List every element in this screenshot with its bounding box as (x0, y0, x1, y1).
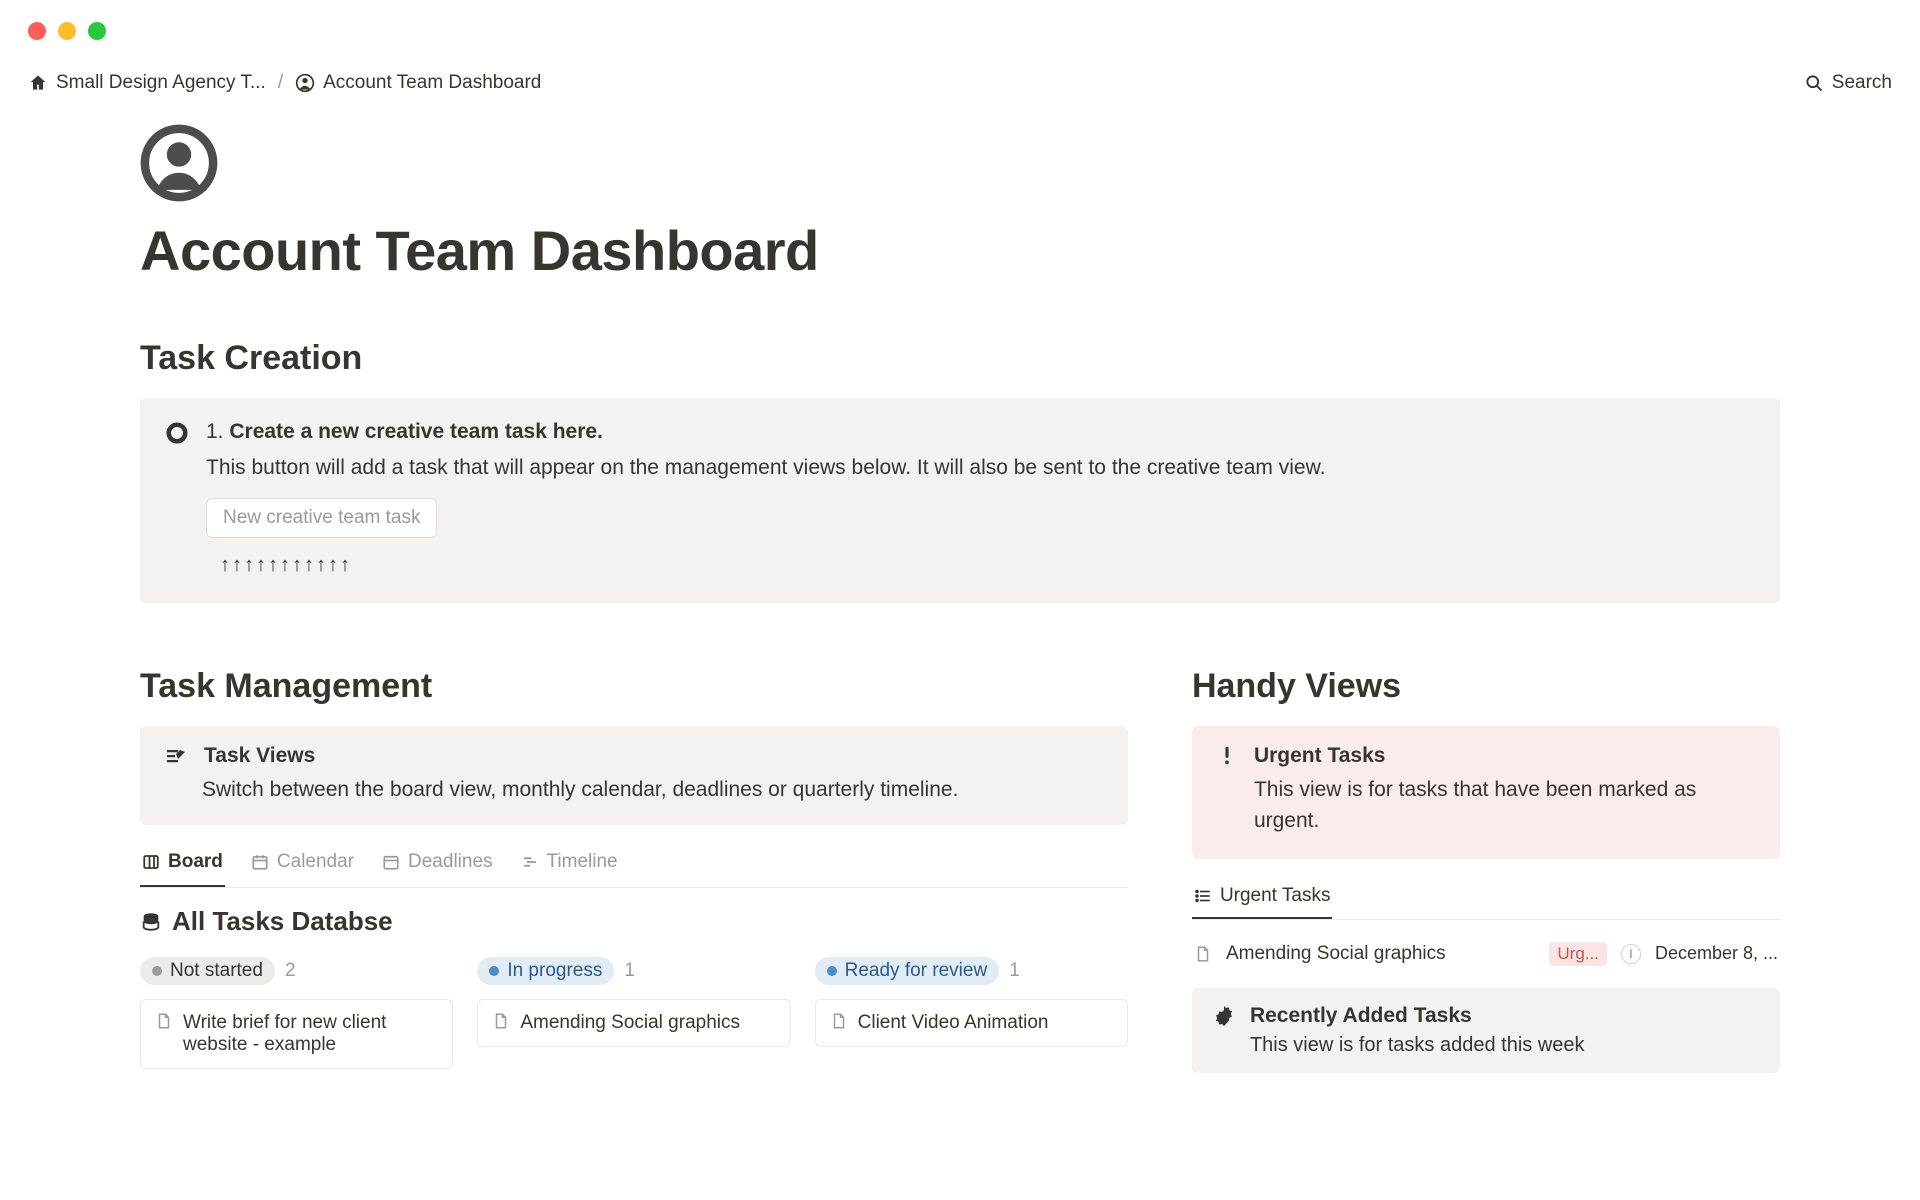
board-col-in-progress: In progress 1 Amending Social graphics (477, 957, 790, 1069)
window-controls (0, 0, 1920, 58)
status-pill-not-started[interactable]: Not started (140, 957, 275, 985)
tab-deadlines-label: Deadlines (408, 851, 493, 873)
urgent-task-row[interactable]: Amending Social graphics Urg... I Decemb… (1192, 934, 1780, 974)
board-columns: Not started 2 Write brief for new client… (140, 957, 1128, 1069)
urgent-tasks-callout: Urgent Tasks This view is for tasks that… (1192, 726, 1780, 859)
search-button[interactable]: Search (1804, 72, 1892, 94)
status-pill-in-progress[interactable]: In progress (477, 957, 614, 985)
task-views-body: Switch between the board view, monthly c… (202, 774, 1104, 806)
tab-timeline[interactable]: Timeline (519, 843, 620, 887)
status-dot-icon (827, 966, 837, 976)
bullet-ring-icon (166, 420, 188, 444)
handy-views-heading: Handy Views (1192, 667, 1780, 706)
handy-tabs: Urgent Tasks (1192, 877, 1780, 920)
tab-calendar-label: Calendar (277, 851, 354, 873)
tab-board[interactable]: Board (140, 843, 225, 887)
board-count: 1 (624, 960, 635, 982)
board-card[interactable]: Amending Social graphics (477, 999, 790, 1047)
list-icon (1194, 887, 1212, 905)
assignee-avatar: I (1621, 944, 1641, 964)
page-title: Account Team Dashboard (140, 218, 1780, 283)
urgent-callout-title: Urgent Tasks (1254, 744, 1386, 768)
board-card-title: Amending Social graphics (520, 1012, 740, 1034)
window-close-icon[interactable] (28, 22, 46, 40)
edit-list-icon (164, 744, 188, 768)
board-col-not-started: Not started 2 Write brief for new client… (140, 957, 453, 1069)
urgent-callout-body: This view is for tasks that have been ma… (1254, 774, 1756, 837)
board-card-title: Write brief for new client website - exa… (183, 1012, 438, 1056)
doc-icon (155, 1012, 173, 1030)
two-column-layout: Task Management Task Views Switch betwee… (140, 667, 1780, 1073)
task-views-callout: Task Views Switch between the board view… (140, 726, 1128, 826)
task-creation-heading: Task Creation (140, 339, 1780, 378)
urgent-task-title: Amending Social graphics (1226, 943, 1535, 965)
window-maximize-icon[interactable] (88, 22, 106, 40)
page-content: Account Team Dashboard Task Creation 1. … (0, 104, 1920, 1073)
board-card[interactable]: Client Video Animation (815, 999, 1128, 1047)
recently-added-callout: Recently Added Tasks This view is for ta… (1192, 988, 1780, 1073)
deadlines-icon (382, 853, 400, 871)
recent-title: Recently Added Tasks (1250, 1004, 1472, 1028)
tab-deadlines[interactable]: Deadlines (380, 843, 495, 887)
doc-icon (492, 1012, 510, 1030)
seal-icon (1212, 1004, 1236, 1028)
urgent-task-date: December 8, ... (1655, 943, 1778, 964)
handy-views-section: Handy Views Urgent Tasks This view is fo… (1192, 667, 1780, 1073)
breadcrumb-home-label: Small Design Agency T... (56, 72, 266, 94)
home-icon (28, 73, 48, 93)
calendar-icon (251, 853, 269, 871)
tab-board-label: Board (168, 851, 223, 873)
database-icon (140, 911, 162, 933)
person-circle-icon (295, 73, 315, 93)
tab-urgent-label: Urgent Tasks (1220, 885, 1331, 907)
search-icon (1804, 73, 1824, 93)
task-views-title: Task Views (204, 744, 315, 768)
arrows-hint: ↑↑↑↑↑↑↑↑↑↑↑ (220, 554, 1754, 577)
board-card[interactable]: Write brief for new client website - exa… (140, 999, 453, 1069)
status-pill-ready-for-review[interactable]: Ready for review (815, 957, 1000, 985)
window-minimize-icon[interactable] (58, 22, 76, 40)
breadcrumb-current[interactable]: Account Team Dashboard (295, 72, 541, 94)
breadcrumb-home[interactable]: Small Design Agency T... (28, 72, 266, 94)
board-icon (142, 853, 160, 871)
board-count: 1 (1009, 960, 1020, 982)
task-creation-callout-title: 1. Create a new creative team task here. (206, 420, 603, 444)
recent-body: This view is for tasks added this week (1250, 1034, 1760, 1057)
status-dot-icon (152, 966, 162, 976)
status-pill-label: In progress (507, 960, 602, 982)
page-icon[interactable] (140, 124, 1780, 202)
task-creation-callout: 1. Create a new creative team task here.… (140, 398, 1780, 603)
status-pill-label: Ready for review (845, 960, 988, 982)
breadcrumb: Small Design Agency T... / Account Team … (28, 72, 541, 94)
breadcrumb-current-label: Account Team Dashboard (323, 72, 541, 94)
task-management-heading: Task Management (140, 667, 1128, 706)
task-creation-callout-body: This button will add a task that will ap… (206, 452, 1754, 484)
view-tabs: Board Calendar Deadlines (140, 843, 1128, 888)
urgent-badge: Urg... (1549, 942, 1607, 966)
search-label: Search (1832, 72, 1892, 94)
timeline-icon (521, 853, 539, 871)
tab-urgent-tasks[interactable]: Urgent Tasks (1192, 877, 1333, 919)
status-pill-label: Not started (170, 960, 263, 982)
board-col-ready-for-review: Ready for review 1 Client Video Animatio… (815, 957, 1128, 1069)
topbar: Small Design Agency T... / Account Team … (0, 58, 1920, 104)
doc-icon (830, 1012, 848, 1030)
status-dot-icon (489, 966, 499, 976)
board-card-title: Client Video Animation (858, 1012, 1049, 1034)
database-title-label: All Tasks Databse (172, 906, 393, 937)
breadcrumb-separator: / (278, 72, 283, 94)
alert-icon (1216, 744, 1238, 766)
tab-timeline-label: Timeline (547, 851, 618, 873)
database-title[interactable]: All Tasks Databse (140, 906, 1128, 937)
tab-calendar[interactable]: Calendar (249, 843, 356, 887)
task-management-section: Task Management Task Views Switch betwee… (140, 667, 1128, 1073)
doc-icon (1194, 945, 1212, 963)
new-creative-team-task-button[interactable]: New creative team task (206, 498, 437, 538)
board-count: 2 (285, 960, 296, 982)
